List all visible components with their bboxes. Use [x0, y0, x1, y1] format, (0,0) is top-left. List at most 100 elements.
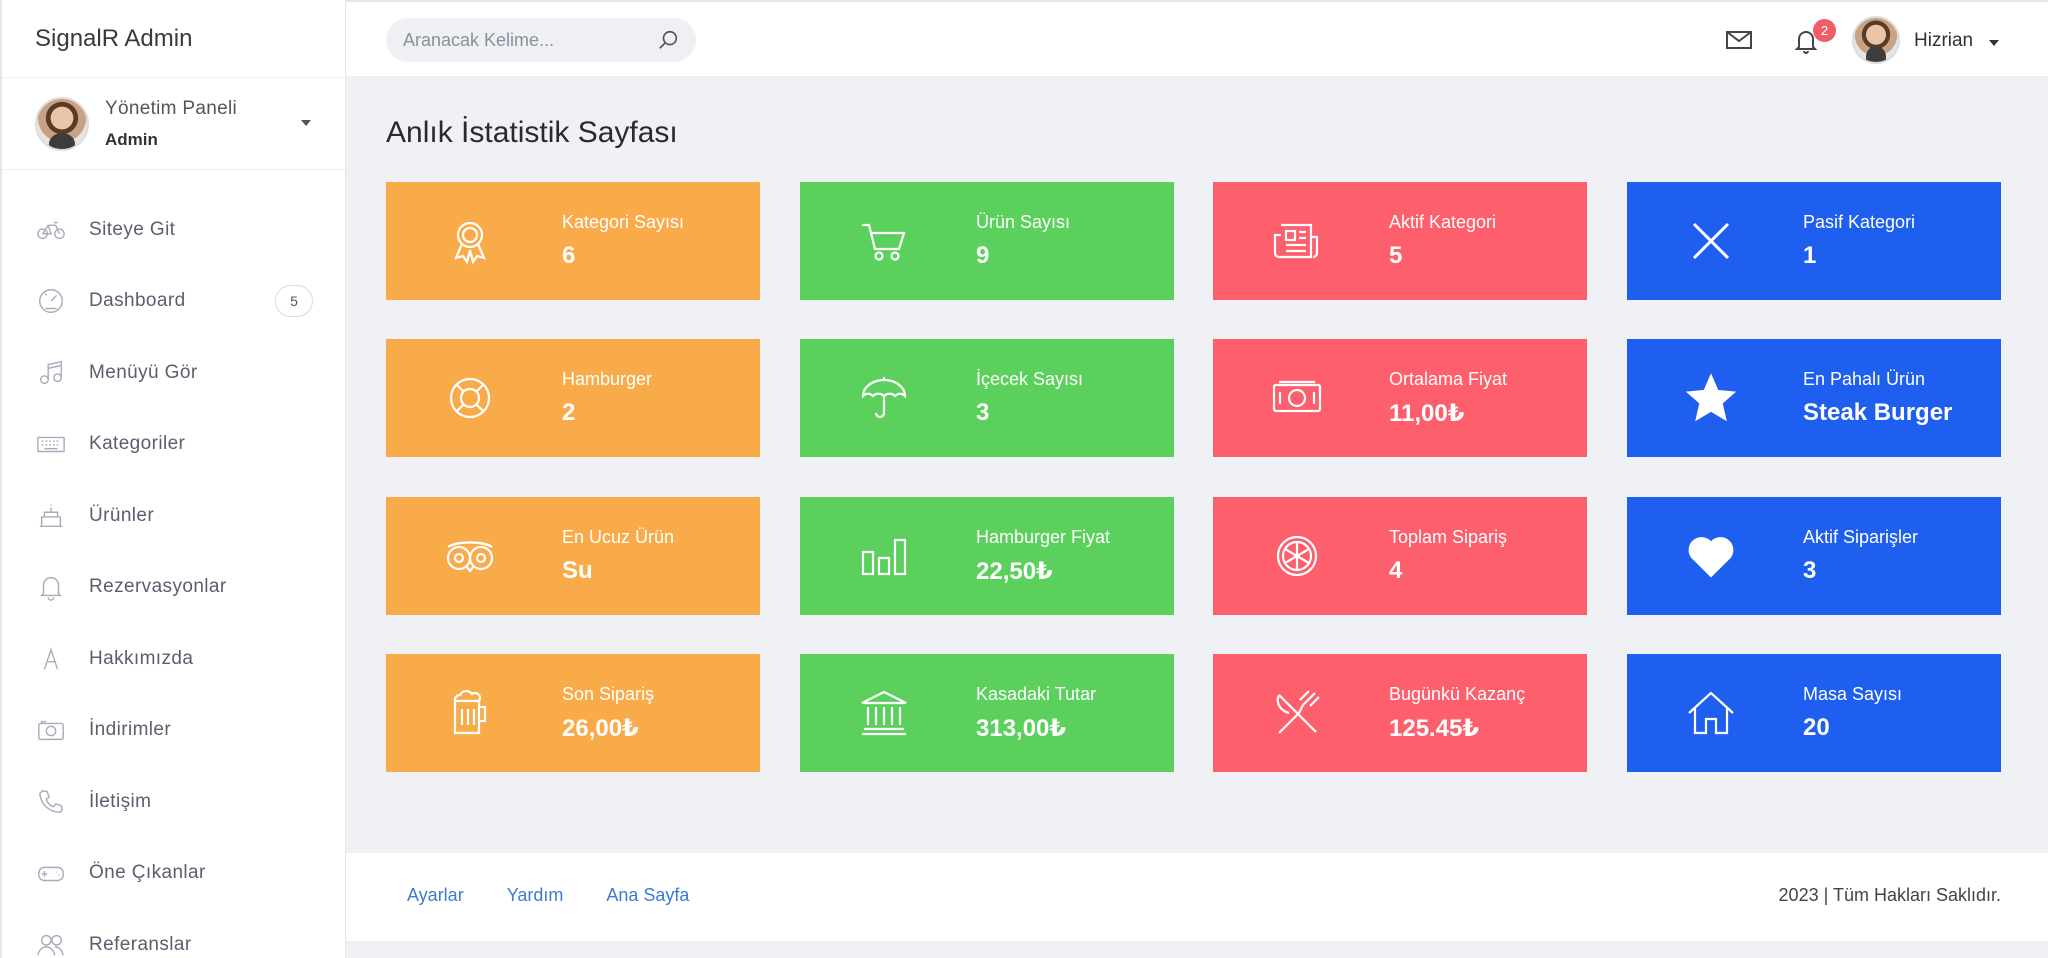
sidebar-item-label: Ürünler — [89, 504, 155, 526]
camera-icon — [35, 716, 67, 744]
search-input[interactable] — [386, 18, 626, 62]
sidebar-item-referanslar[interactable]: Referanslar — [2, 909, 345, 958]
stat-label: En Pahalı Ürün — [1803, 369, 1926, 389]
stat-label: Toplam Sipariş — [1389, 527, 1508, 547]
stat-label: Ortalama Fiyat — [1389, 369, 1508, 389]
bank-icon — [850, 679, 918, 747]
stat-label: En Ucuz Ürün — [562, 527, 675, 547]
bicycle-icon — [35, 216, 67, 244]
user-avatar[interactable] — [1852, 16, 1900, 64]
stat-value: 1 — [1803, 242, 1817, 269]
stat-card-aktif-siparisler[interactable]: Aktif Siparişler 3 — [1627, 497, 2001, 615]
stat-label: Masa Sayısı — [1803, 684, 1903, 704]
sidebar-item-label: Menüyü Gör — [89, 361, 198, 383]
stat-value: Steak Burger — [1803, 399, 1953, 426]
stat-label: Pasif Kategori — [1803, 212, 1916, 232]
sidebar-item-label: İndirimler — [89, 719, 172, 741]
stat-card-kasadaki-tutar[interactable]: Kasadaki Tutar 313,00₺ — [800, 654, 1174, 772]
user-name[interactable]: Hizrian — [1914, 30, 1973, 52]
stat-card-urun-sayisi[interactable]: Ürün Sayısı 9 — [800, 182, 1174, 300]
sidebar-item-rezervasyonlar[interactable]: Rezervasyonlar — [2, 552, 345, 624]
cart-icon — [850, 207, 918, 275]
stat-card-hamburger[interactable]: Hamburger 2 — [386, 339, 760, 457]
sidebar-item-hakkimizda[interactable]: Hakkımızda — [2, 623, 345, 695]
sidebar-item-label: İletişim — [89, 790, 152, 812]
stat-card-en-pahali-urun[interactable]: En Pahalı Ürün Steak Burger — [1627, 339, 2001, 457]
dashboard-count-badge: 5 — [275, 285, 313, 318]
avatar — [35, 96, 89, 151]
sidebar-profile[interactable]: Yönetim Paneli Admin — [2, 78, 345, 170]
footer-link-ayarlar[interactable]: Ayarlar — [407, 885, 464, 906]
stat-value: 11,00₺ — [1389, 400, 1465, 427]
music-note-icon — [35, 359, 67, 387]
stat-label: Bugünkü Kazanç — [1389, 684, 1526, 704]
search-box — [386, 18, 696, 62]
sidebar-item-label: Rezervasyonlar — [89, 576, 227, 598]
stat-card-en-ucuz-urun[interactable]: En Ucuz Ürün Su — [386, 497, 760, 615]
chevron-down-icon[interactable] — [301, 120, 311, 126]
stat-label: Aktif Kategori — [1389, 212, 1497, 232]
stat-card-ortalama-fiyat[interactable]: Ortalama Fiyat 11,00₺ — [1213, 339, 1587, 457]
sidebar-item-dashboard[interactable]: Dashboard 5 — [2, 266, 345, 338]
sidebar: SignalR Admin Yönetim Paneli Admin Sitey… — [0, 0, 346, 958]
speedometer-icon — [35, 287, 67, 315]
envelope-icon[interactable] — [1726, 30, 1752, 50]
stat-card-icecek-sayisi[interactable]: İçecek Sayısı 3 — [800, 339, 1174, 457]
stat-value: 22,50₺ — [976, 558, 1053, 585]
stat-label: Hamburger Fiyat — [976, 527, 1111, 547]
sidebar-nav: Siteye Git Dashboard 5 Menüyü Gör Katego… — [2, 170, 345, 958]
stat-value: 6 — [562, 242, 576, 269]
gamepad-icon — [35, 859, 67, 887]
stat-label: Hamburger — [562, 369, 653, 389]
phone-icon — [35, 788, 67, 816]
stat-card-aktif-kategori[interactable]: Aktif Kategori 5 — [1213, 182, 1587, 300]
money-icon — [1263, 364, 1331, 432]
stat-label: Kategori Sayısı — [562, 212, 685, 232]
cake-icon — [35, 502, 67, 530]
stat-value: 313,00₺ — [976, 715, 1067, 742]
sidebar-item-iletisim[interactable]: İletişim — [2, 766, 345, 838]
sidebar-item-one-cikanlar[interactable]: Öne Çıkanlar — [2, 838, 345, 910]
footer-link-yardim[interactable]: Yardım — [507, 885, 564, 906]
footer-links: Ayarlar Yardım Ana Sayfa — [407, 885, 689, 906]
sidebar-item-urunler[interactable]: Ürünler — [2, 480, 345, 552]
stat-label: Kasadaki Tutar — [976, 684, 1097, 704]
sidebar-item-label: Kategoriler — [89, 433, 186, 455]
stat-value: Su — [562, 557, 593, 584]
users-icon — [35, 931, 67, 958]
heart-icon — [1677, 522, 1745, 590]
brand-logo[interactable]: SignalR Admin — [2, 0, 345, 78]
sidebar-item-siteye-git[interactable]: Siteye Git — [2, 194, 345, 266]
profile-role: Admin — [105, 129, 158, 149]
stat-card-kategori-sayisi[interactable]: Kategori Sayısı 6 — [386, 182, 760, 300]
stat-card-masa-sayisi[interactable]: Masa Sayısı 20 — [1627, 654, 2001, 772]
top-navbar: 2 Hizrian — [346, 0, 2048, 77]
stat-card-toplam-siparis[interactable]: Toplam Sipariş 4 — [1213, 497, 1587, 615]
stat-card-bugunku-kazanc[interactable]: Bugünkü Kazanç 125.45₺ — [1213, 654, 1587, 772]
lifebuoy-icon — [436, 364, 504, 432]
sidebar-item-label: Referanslar — [89, 933, 192, 955]
lemon-icon — [1263, 522, 1331, 590]
chevron-down-icon[interactable] — [1989, 40, 1999, 46]
stat-label: İçecek Sayısı — [976, 369, 1084, 389]
stat-card-hamburger-fiyat[interactable]: Hamburger Fiyat 22,50₺ — [800, 497, 1174, 615]
stat-card-son-siparis[interactable]: Son Sipariş 26,00₺ — [386, 654, 760, 772]
copyright-text: 2023 | Tüm Hakları Saklıdır. — [1778, 885, 2001, 905]
stat-label: Aktif Siparişler — [1803, 527, 1919, 547]
footer: Ayarlar Yardım Ana Sayfa 2023 | Tüm Hakl… — [346, 853, 2048, 941]
stat-value: 4 — [1389, 557, 1403, 584]
stat-value: 9 — [976, 242, 990, 269]
sidebar-item-label: Hakkımızda — [89, 647, 194, 669]
stat-card-pasif-kategori[interactable]: Pasif Kategori 1 — [1627, 182, 2001, 300]
keyboard-icon — [35, 430, 67, 458]
sidebar-item-menuyu-gor[interactable]: Menüyü Gör — [2, 337, 345, 409]
footer-link-ana-sayfa[interactable]: Ana Sayfa — [606, 885, 689, 906]
stat-value: 2 — [562, 399, 576, 426]
stat-value: 3 — [1803, 557, 1817, 584]
stat-label: Son Sipariş — [562, 684, 655, 704]
stat-value: 3 — [976, 399, 990, 426]
sidebar-item-indirimler[interactable]: İndirimler — [2, 695, 345, 767]
search-icon[interactable] — [658, 29, 680, 51]
stat-label: Ürün Sayısı — [976, 212, 1071, 232]
sidebar-item-kategoriler[interactable]: Kategoriler — [2, 409, 345, 481]
